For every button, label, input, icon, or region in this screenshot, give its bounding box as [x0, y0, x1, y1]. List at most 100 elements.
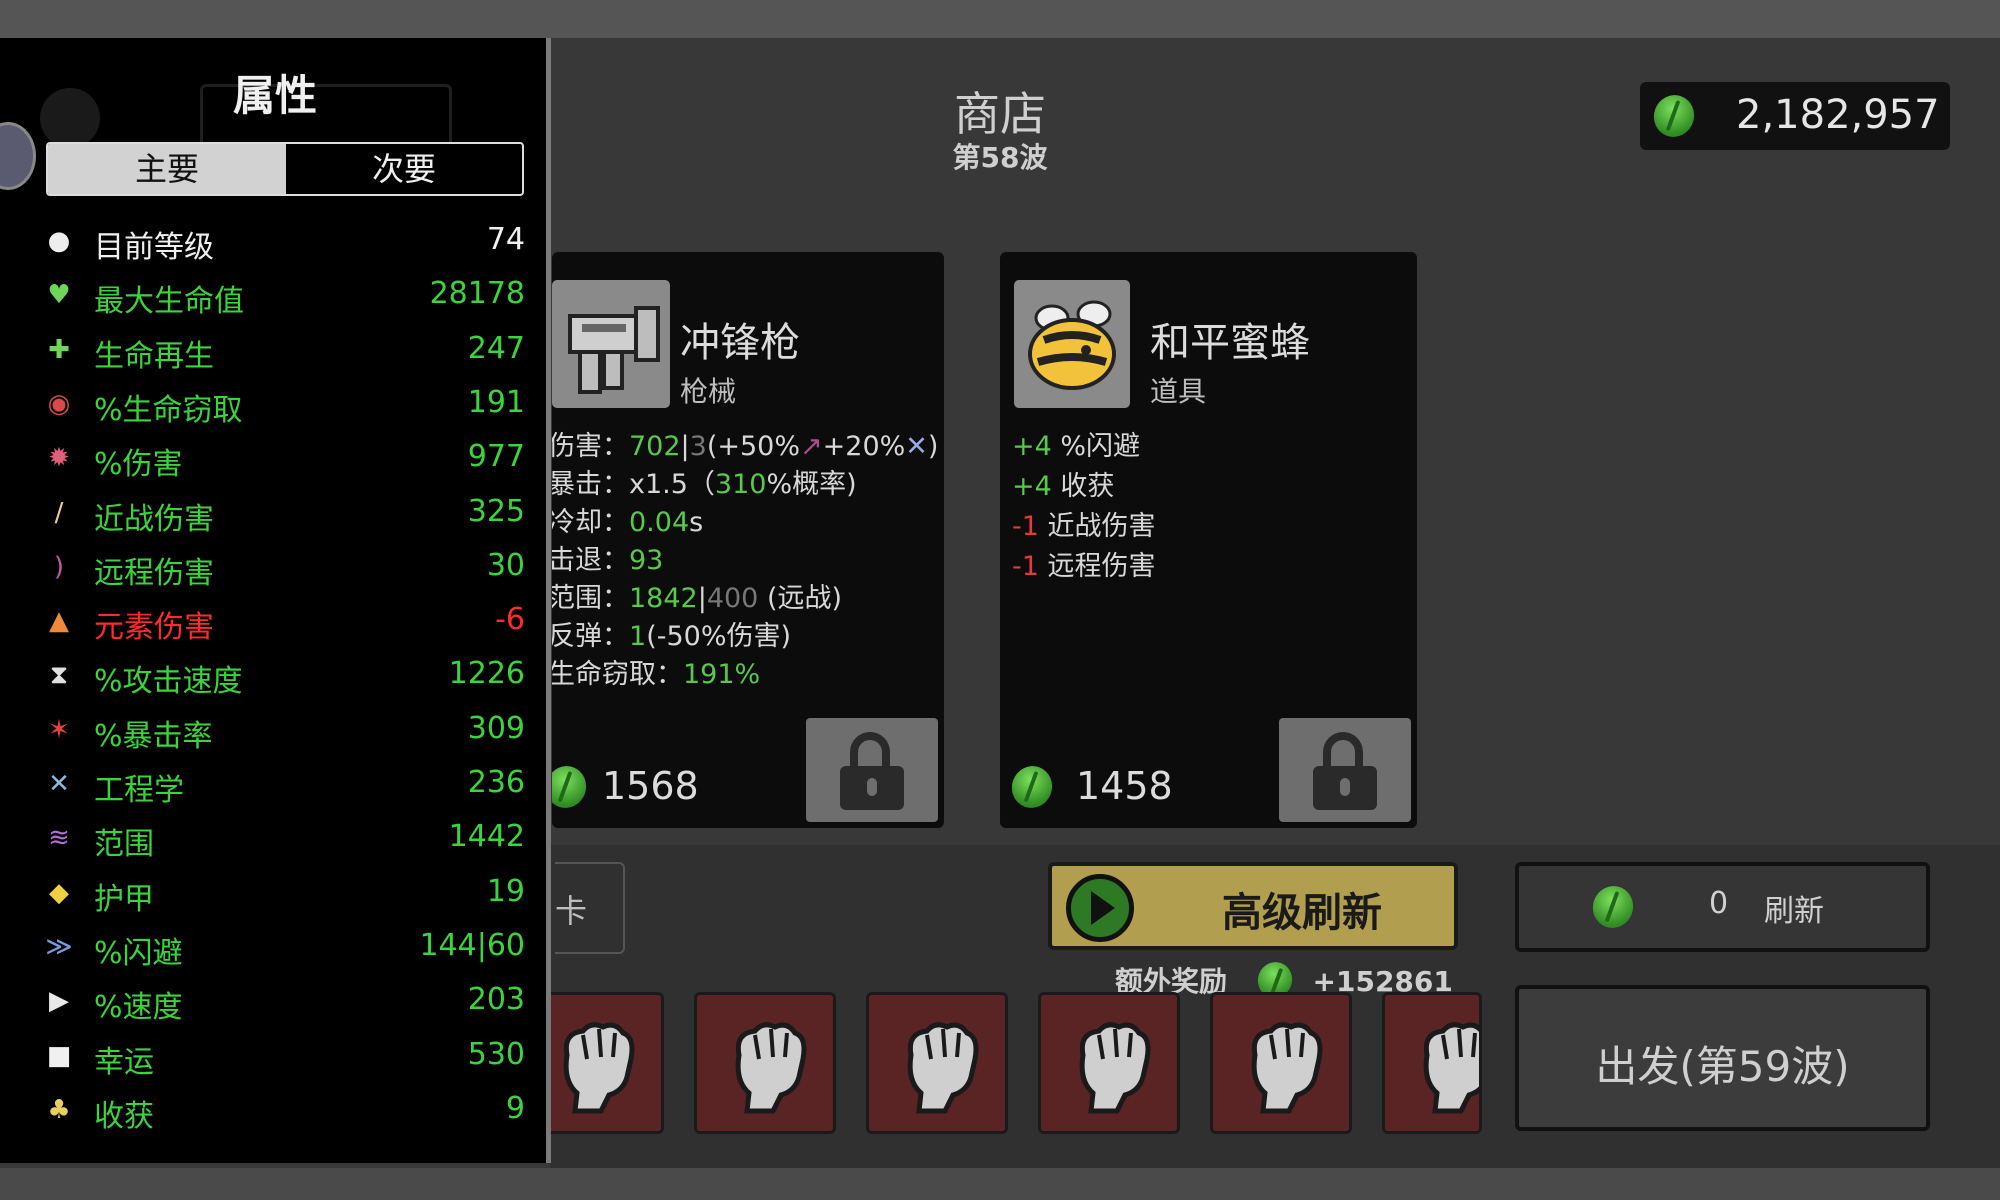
weapon-slot[interactable] [1038, 992, 1180, 1134]
tab-talent-label: 卡 [555, 892, 588, 930]
stat-row[interactable]: ⧗ %攻击速度 1226 [40, 652, 525, 700]
fist-icon [563, 1022, 635, 1114]
lock-icon [1323, 732, 1363, 770]
armor-icon: ◆ [49, 877, 69, 908]
stat-row[interactable]: ✕ 工程学 236 [40, 761, 525, 808]
weapon-slot[interactable] [866, 992, 1008, 1134]
ranged-icon: ) [53, 551, 65, 582]
stat-name: 最大生命值 [94, 284, 244, 320]
settings-gear-icon[interactable] [40, 88, 100, 148]
tab-secondary[interactable]: 次要 [286, 144, 522, 194]
material-coin-icon [552, 760, 592, 814]
weapon-slot[interactable] [1210, 992, 1352, 1134]
stat-value: -6 [495, 602, 525, 638]
advanced-reroll-label: 高级刷新 [1222, 890, 1382, 936]
stat-value: 9 [505, 1090, 525, 1126]
item-price: 1458 [1076, 764, 1173, 808]
stat-value: 30 [486, 547, 525, 583]
stat-value: 1442 [448, 819, 525, 855]
go-next-wave-button[interactable]: 出发(第59波) [1515, 985, 1930, 1131]
fist-icon [1079, 1022, 1151, 1114]
stat-name: 工程学 [94, 773, 184, 808]
stat-row[interactable]: ♣ 收获 9 [40, 1087, 525, 1134]
tab-talent-bg[interactable]: 卡 [555, 862, 625, 954]
item-type: 道具 [1150, 375, 1207, 408]
fist-icon [735, 1022, 807, 1114]
bottom-bar [0, 1168, 2000, 1200]
stat-row[interactable]: ✶ %暴击率 309 [40, 707, 525, 754]
stat-name: %生命窃取 [94, 392, 243, 428]
wave-label: 第58波 [952, 141, 1048, 174]
stat-row[interactable]: ● 目前等级 74 [40, 218, 525, 265]
shop-item-card-bee[interactable]: 和平蜜蜂 道具 +4 %闪避 +4 收获 -1 近战伤害 -1 远程伤害 145… [1000, 252, 1417, 828]
stat-row[interactable]: ≋ 范围 1442 [40, 815, 525, 862]
material-coin-icon [1587, 880, 1639, 934]
attributes-tabs: 主要 次要 [46, 142, 524, 196]
stat-name: 近战伤害 [94, 501, 214, 537]
stat-damage: 伤害：702|3(+50%↗+20%✕) [552, 431, 939, 462]
item-name: 和平蜜蜂 [1150, 320, 1310, 366]
stat-name: 目前等级 [94, 230, 214, 265]
currency-value: 2,182,957 [1736, 92, 1940, 138]
stat-row[interactable]: / 近战伤害 325 [40, 490, 525, 537]
melee-icon: / [54, 497, 64, 528]
stat-name: %伤害 [94, 447, 183, 483]
reroll-button[interactable]: 0 刷新 [1515, 862, 1930, 952]
stat-row[interactable]: ✚ 生命再生 247 [40, 327, 525, 374]
stat-crit: 暴击：x1.5（310%概率) [552, 469, 857, 500]
stat-name: %速度 [94, 990, 183, 1026]
stat-row[interactable]: ◉ %生命窃取 191 [40, 381, 525, 428]
regen-icon: ✚ [48, 334, 70, 365]
lock-button[interactable] [1279, 718, 1411, 822]
stat-row[interactable]: ) 远程伤害 30 [40, 544, 525, 591]
reroll-label: 刷新 [1764, 894, 1824, 929]
stat-row[interactable]: ■ 幸运 530 [40, 1033, 525, 1080]
stat-row[interactable]: ♥ 最大生命值 28178 [40, 272, 525, 320]
stat-row[interactable]: ▲ 元素伤害 -6 [40, 598, 525, 645]
stat-value: 247 [467, 330, 525, 366]
fist-icon [1251, 1022, 1323, 1114]
engineering-icon: ✕ [905, 431, 928, 462]
stat-name: 收获 [94, 1098, 154, 1134]
effect-ranged: -1 远程伤害 [1012, 551, 1156, 582]
go-label: 出发(第59波) [1595, 1042, 1850, 1091]
stat-row[interactable]: ✹ %伤害 977 [40, 435, 525, 483]
stat-value: 309 [467, 710, 525, 746]
stat-name: 生命再生 [94, 338, 214, 374]
tab-main[interactable]: 主要 [48, 144, 286, 194]
heart-icon: ♥ [47, 280, 71, 311]
reroll-cost: 0 [1709, 886, 1729, 921]
panel-divider[interactable] [546, 38, 551, 1163]
range-icon: ≋ [48, 823, 70, 854]
shop-item-card-smg[interactable]: 冲锋枪 枪械 伤害：702|3(+50%↗+20%✕) 暴击：x1.5（310%… [552, 252, 944, 828]
shop-title: 商店 [954, 87, 1046, 141]
ranged-icon: ↗ [800, 431, 823, 462]
lifesteal-icon: ◉ [47, 388, 71, 419]
stat-name: %暴击率 [94, 718, 213, 754]
play-icon [1066, 874, 1134, 942]
weapon-slot[interactable] [694, 992, 836, 1134]
lock-icon [850, 732, 890, 770]
stat-range: 范围：1842|400 (远战) [552, 583, 843, 614]
stat-knockback: 击退：93 [552, 545, 664, 576]
stat-row[interactable]: ▶ %速度 203 [40, 978, 525, 1026]
weapon-slot[interactable] [1382, 992, 1482, 1134]
stat-value: 977 [467, 439, 525, 475]
level-icon: ● [47, 226, 71, 256]
stat-value: 236 [467, 765, 525, 800]
fist-icon [907, 1022, 979, 1114]
lock-button[interactable] [806, 718, 938, 822]
stat-name: 幸运 [94, 1044, 154, 1080]
dodge-icon: ≫ [45, 931, 73, 962]
stat-value: 191 [467, 384, 525, 420]
stat-value: 1226 [448, 656, 525, 692]
stat-name: %攻击速度 [94, 664, 243, 700]
stat-row[interactable]: ◆ 护甲 19 [40, 870, 525, 917]
stat-name: 护甲 [94, 881, 154, 917]
stat-row[interactable]: ≫ %闪避 144|60 [40, 924, 525, 971]
material-coin-icon [1006, 760, 1058, 814]
stat-value: 325 [467, 493, 525, 529]
currency-display: 2,182,957 [1640, 82, 1950, 150]
bee-icon [1014, 280, 1130, 408]
advanced-reroll-button[interactable]: 高级刷新 [1048, 862, 1458, 950]
